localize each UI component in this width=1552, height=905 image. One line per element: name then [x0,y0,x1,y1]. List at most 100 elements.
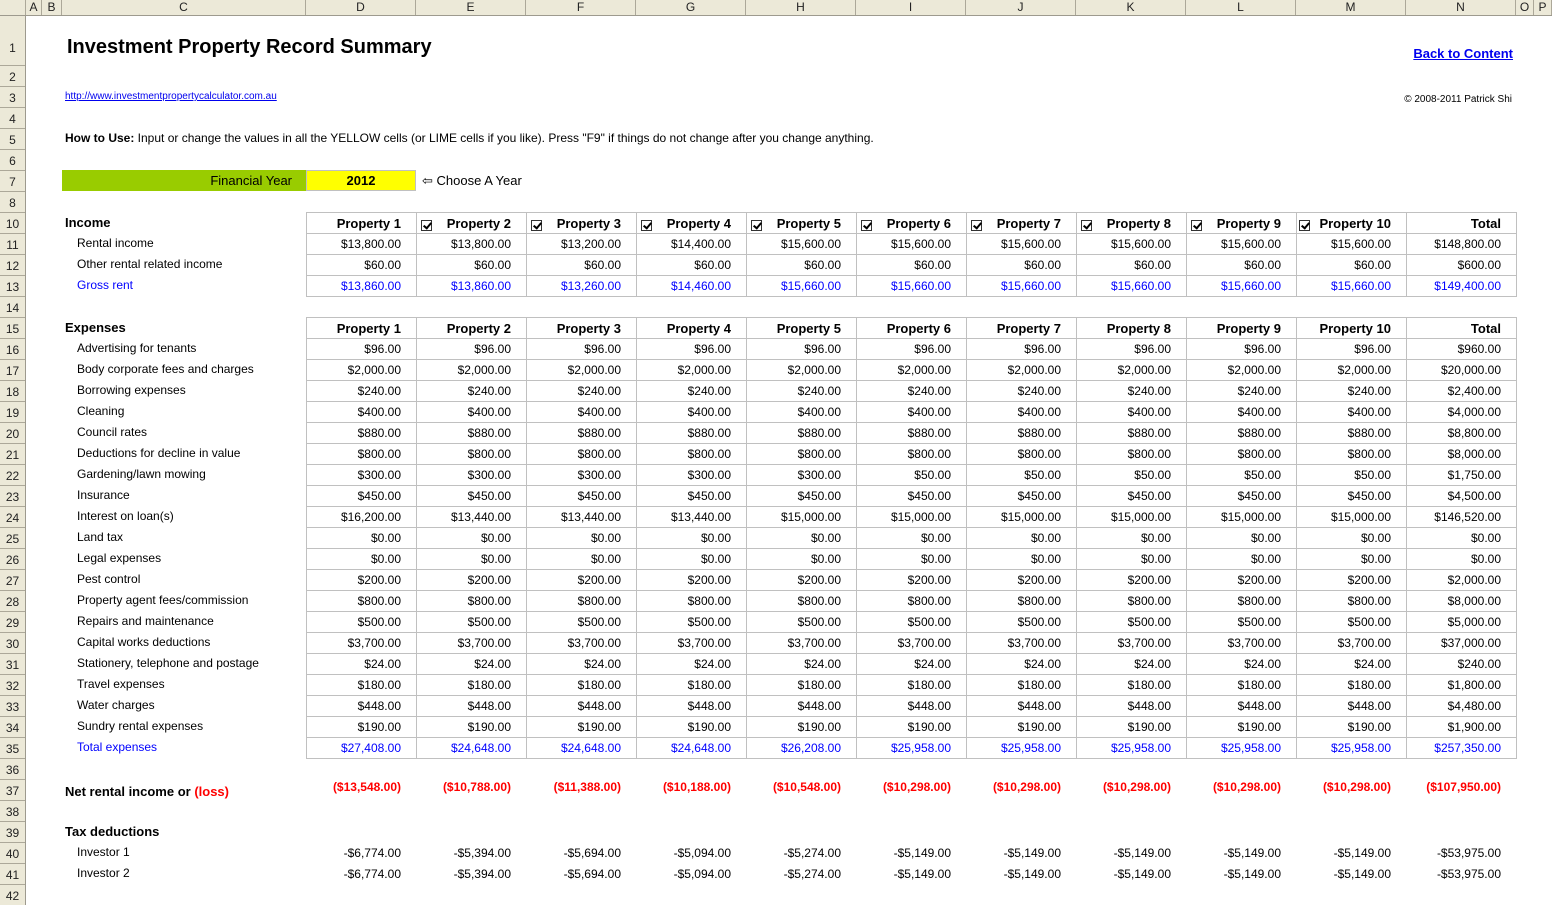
value-cell[interactable]: $96.00 [1076,338,1187,360]
row-header[interactable]: 33 [0,696,25,717]
value-cell[interactable]: $400.00 [306,401,417,423]
row-header[interactable]: 18 [0,381,25,402]
value-cell[interactable]: $450.00 [746,485,857,507]
value-cell[interactable]: $450.00 [856,485,967,507]
row-header[interactable]: 22 [0,465,25,486]
row-header[interactable]: 12 [0,255,25,276]
row-header[interactable]: 8 [0,192,25,213]
row-header[interactable]: 10 [0,213,25,234]
row-header[interactable]: 30 [0,633,25,654]
value-cell[interactable]: $15,600.00 [966,233,1077,255]
value-cell[interactable]: $880.00 [416,422,527,444]
value-cell[interactable]: $3,700.00 [1296,632,1407,654]
value-cell[interactable]: $3,700.00 [1076,632,1187,654]
column-header[interactable]: F [526,0,636,15]
row-header[interactable]: 34 [0,717,25,738]
value-cell[interactable]: $880.00 [1296,422,1407,444]
value-cell[interactable]: $2,000.00 [306,359,417,381]
value-cell[interactable]: $500.00 [856,611,967,633]
value-cell[interactable]: $400.00 [1076,401,1187,423]
value-cell[interactable]: $300.00 [526,464,637,486]
value-cell[interactable]: $15,000.00 [856,506,967,528]
include-property-checkbox[interactable] [971,219,982,231]
include-property-checkbox[interactable] [861,219,872,231]
value-cell[interactable]: $60.00 [966,254,1077,276]
value-cell[interactable]: $800.00 [856,443,967,465]
value-cell[interactable]: $190.00 [746,716,857,738]
value-cell[interactable]: $180.00 [306,674,417,696]
value-cell[interactable]: $96.00 [1296,338,1407,360]
value-cell[interactable]: $448.00 [416,695,527,717]
value-cell[interactable]: $448.00 [856,695,967,717]
value-cell[interactable]: $800.00 [1186,590,1297,612]
value-cell[interactable]: $3,700.00 [526,632,637,654]
value-cell[interactable]: $0.00 [306,548,417,570]
value-cell[interactable]: $60.00 [636,254,747,276]
row-header[interactable]: 35 [0,738,25,759]
value-cell[interactable]: $240.00 [526,380,637,402]
total-cell[interactable]: $8,800.00 [1406,422,1517,444]
value-cell[interactable]: $24.00 [636,653,747,675]
total-cell[interactable]: $37,000.00 [1406,632,1517,654]
value-cell[interactable]: $60.00 [856,254,967,276]
value-cell[interactable]: $450.00 [306,485,417,507]
value-cell[interactable]: $200.00 [636,569,747,591]
value-cell[interactable]: $800.00 [416,590,527,612]
value-cell[interactable]: $0.00 [746,548,857,570]
value-cell[interactable]: $0.00 [1296,548,1407,570]
value-cell[interactable]: $3,700.00 [306,632,417,654]
value-cell[interactable]: $200.00 [416,569,527,591]
total-cell[interactable]: $4,500.00 [1406,485,1517,507]
value-cell[interactable]: $24.00 [856,653,967,675]
value-cell[interactable]: $3,700.00 [966,632,1077,654]
value-cell[interactable]: $96.00 [1186,338,1297,360]
total-cell[interactable]: $4,000.00 [1406,401,1517,423]
value-cell[interactable]: $448.00 [526,695,637,717]
include-property-checkbox[interactable] [421,219,432,231]
value-cell[interactable]: $2,000.00 [746,359,857,381]
value-cell[interactable]: $180.00 [416,674,527,696]
value-cell[interactable]: $880.00 [526,422,637,444]
value-cell[interactable]: $800.00 [526,590,637,612]
value-cell[interactable]: $240.00 [856,380,967,402]
value-cell[interactable]: $60.00 [1186,254,1297,276]
value-cell[interactable]: $240.00 [306,380,417,402]
total-cell[interactable]: $600.00 [1406,254,1517,276]
value-cell[interactable]: $2,000.00 [526,359,637,381]
value-cell[interactable]: $240.00 [966,380,1077,402]
value-cell[interactable]: $60.00 [746,254,857,276]
value-cell[interactable]: $450.00 [526,485,637,507]
value-cell[interactable]: $500.00 [746,611,857,633]
row-header[interactable]: 38 [0,801,25,822]
column-header[interactable]: O [1516,0,1534,15]
value-cell[interactable]: $96.00 [966,338,1077,360]
column-header[interactable]: A [26,0,42,15]
value-cell[interactable]: $448.00 [1296,695,1407,717]
row-header[interactable]: 5 [0,129,25,150]
value-cell[interactable]: $0.00 [306,527,417,549]
value-cell[interactable]: $200.00 [526,569,637,591]
back-to-content-link[interactable]: Back to Content [1413,46,1513,61]
value-cell[interactable]: $500.00 [636,611,747,633]
value-cell[interactable]: $15,000.00 [746,506,857,528]
value-cell[interactable]: $0.00 [1186,548,1297,570]
column-header[interactable]: E [416,0,526,15]
row-header[interactable]: 41 [0,864,25,885]
value-cell[interactable]: $880.00 [856,422,967,444]
row-header[interactable]: 7 [0,171,25,192]
row-header[interactable]: 6 [0,150,25,171]
value-cell[interactable]: $240.00 [636,380,747,402]
column-header[interactable]: B [42,0,62,15]
value-cell[interactable]: $0.00 [966,548,1077,570]
value-cell[interactable]: $50.00 [1296,464,1407,486]
value-cell[interactable]: $0.00 [1296,527,1407,549]
value-cell[interactable]: $2,000.00 [966,359,1077,381]
value-cell[interactable]: $500.00 [526,611,637,633]
total-cell[interactable]: $146,520.00 [1406,506,1517,528]
value-cell[interactable]: $0.00 [416,527,527,549]
value-cell[interactable]: $24.00 [306,653,417,675]
value-cell[interactable]: $500.00 [416,611,527,633]
value-cell[interactable]: $0.00 [416,548,527,570]
total-cell[interactable]: $2,400.00 [1406,380,1517,402]
value-cell[interactable]: $400.00 [416,401,527,423]
